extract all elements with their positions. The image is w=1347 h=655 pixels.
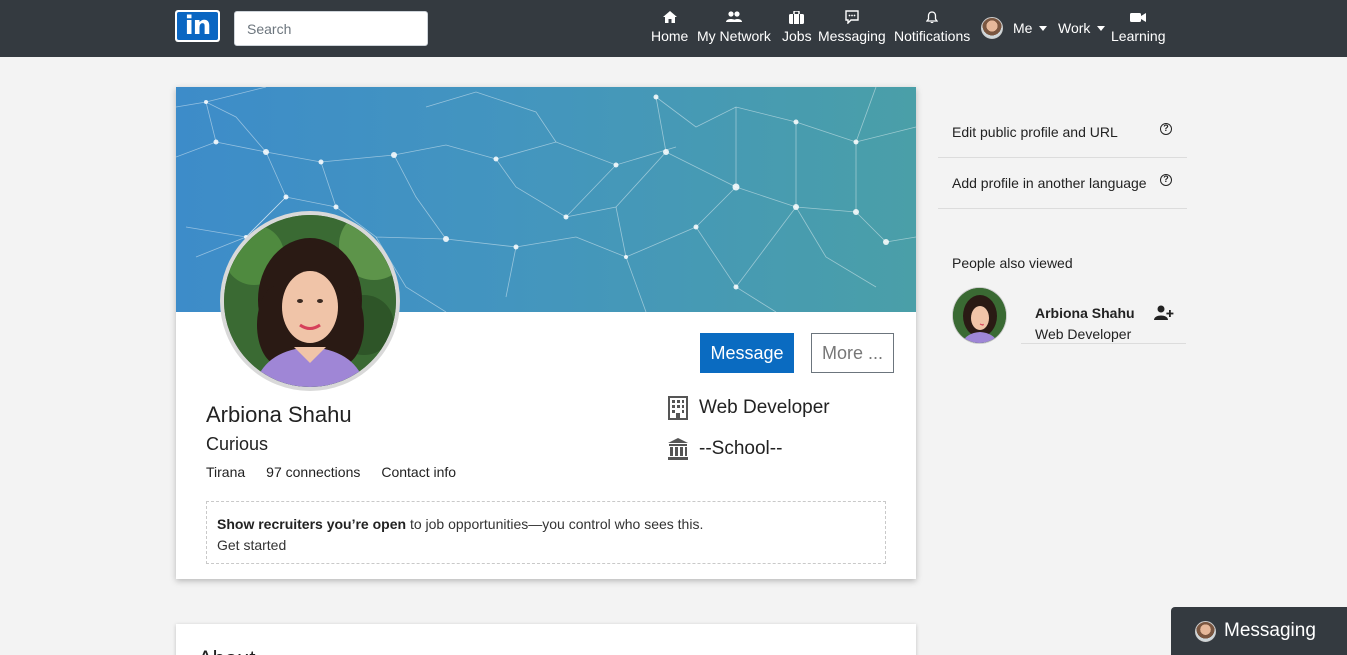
logo-text: in [177, 12, 218, 40]
message-icon [818, 8, 886, 26]
people-also-viewed-title: People also viewed [952, 255, 1073, 271]
linkedin-logo[interactable]: in [175, 10, 220, 42]
nav-messaging-label: Messaging [818, 28, 886, 44]
add-language-label: Add profile in another language [952, 175, 1147, 191]
profile-location: Tirana [206, 464, 246, 480]
nav-my-network-label: My Network [697, 28, 771, 44]
profile-headline: Curious [206, 434, 269, 454]
top-navbar: in Home My Network Jobs Messaging Notifi… [0, 0, 1347, 57]
edit-public-profile-link[interactable]: Edit public profile and URL ? [938, 107, 1187, 158]
nav-me-label: Me [1013, 20, 1033, 36]
add-connection-icon[interactable] [1154, 305, 1174, 321]
search-input[interactable] [234, 11, 428, 46]
about-card: About [176, 624, 916, 655]
school-row: --School-- [667, 437, 782, 461]
connections-link[interactable]: 97 connections [266, 464, 360, 480]
recruiter-bold-text: Show recruiters you’re open [217, 516, 407, 532]
recruiter-text: Show recruiters you’re open to job oppor… [217, 514, 875, 535]
profile-meta: Tirana 97 connections Contact info [206, 464, 477, 480]
nav-messaging[interactable]: Messaging [818, 8, 886, 44]
bell-icon [894, 8, 970, 26]
nav-home-label: Home [651, 28, 689, 44]
open-to-work-box[interactable]: Show recruiters you’re open to job oppor… [206, 501, 886, 564]
nav-jobs[interactable]: Jobs [782, 8, 812, 44]
avatar[interactable] [952, 287, 1007, 344]
institution-icon [668, 438, 688, 460]
profile-photo-graphic [224, 215, 396, 387]
more-button[interactable]: More ... [811, 333, 894, 373]
profile-card: Message More ... Arbiona Shahu Curious T… [176, 87, 916, 579]
nav-my-network[interactable]: My Network [697, 8, 771, 44]
nav-notifications-label: Notifications [894, 28, 971, 44]
school-text: --School-- [699, 438, 783, 459]
get-started-link[interactable]: Get started [217, 535, 875, 556]
messaging-dock[interactable]: Messaging [1171, 607, 1347, 655]
nav-work-dropdown[interactable]: Work [1058, 20, 1106, 36]
avatar [981, 17, 1003, 39]
contact-info-link[interactable]: Contact info [381, 464, 456, 480]
person-name-link[interactable]: Arbiona Shahu [1035, 305, 1135, 321]
about-title: About [198, 646, 256, 655]
video-icon [1111, 8, 1166, 26]
person-role: Web Developer [1035, 326, 1132, 342]
building-icon [668, 396, 688, 420]
profile-photo[interactable] [220, 211, 400, 391]
message-button[interactable]: Message [700, 333, 794, 373]
briefcase-icon [782, 8, 812, 26]
edit-public-profile-label: Edit public profile and URL [952, 124, 1118, 140]
nav-me-dropdown[interactable]: Me [981, 17, 1048, 39]
chevron-down-icon [1097, 26, 1106, 31]
add-language-profile-link[interactable]: Add profile in another language ? [938, 158, 1187, 209]
help-icon[interactable]: ? [1160, 174, 1172, 186]
nav-home[interactable]: Home [651, 8, 688, 44]
nav-notifications[interactable]: Notifications [894, 8, 970, 44]
avatar [1195, 620, 1216, 642]
messaging-dock-label: Messaging [1224, 620, 1316, 641]
network-icon [697, 8, 771, 26]
nav-learning-label: Learning [1111, 28, 1166, 44]
recruiter-rest-text: to job opportunities—you control who see… [406, 516, 704, 532]
home-icon [651, 8, 688, 26]
nav-work-label: Work [1058, 20, 1091, 36]
position-text: Web Developer [699, 397, 830, 418]
profile-name: Arbiona Shahu [206, 402, 352, 427]
position-row: Web Developer [667, 396, 830, 420]
help-icon[interactable]: ? [1160, 123, 1172, 135]
nav-jobs-label: Jobs [782, 28, 812, 44]
nav-learning[interactable]: Learning [1111, 8, 1166, 44]
chevron-down-icon [1039, 26, 1048, 31]
divider [1021, 343, 1186, 344]
person-photo-graphic [953, 288, 1006, 343]
